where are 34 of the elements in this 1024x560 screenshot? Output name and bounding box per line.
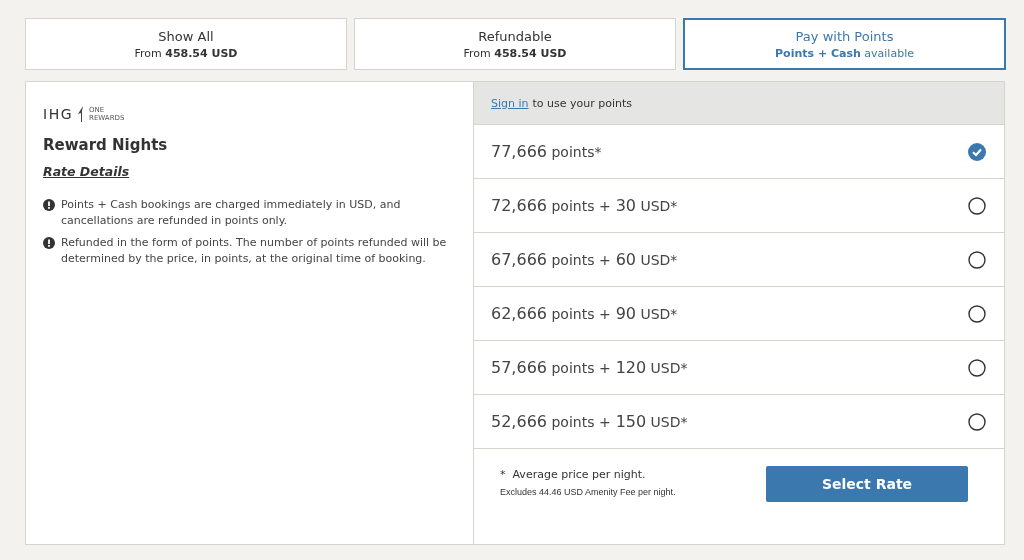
points-option[interactable]: 62,666 points + 90 USD* [474, 287, 1004, 341]
points-option[interactable]: 72,666 points + 30 USD* [474, 179, 1004, 233]
option-label: 57,666 points + 120 USD* [491, 358, 688, 377]
select-rate-button[interactable]: Select Rate [766, 466, 968, 502]
note-text: Refunded in the form of points. The number of points refunded will be determined by the price, in points, at the original time of booking. [61, 235, 448, 267]
rate-title: Reward Nights [43, 136, 168, 154]
points-option[interactable]: 52,666 points + 150 USD* [474, 395, 1004, 449]
note-text: Points + Cash bookings are charged immediately in USD, and cancellations are refunded in points only. [61, 197, 402, 229]
points-option[interactable]: 57,666 points + 120 USD* [474, 341, 1004, 395]
checked-radio-icon[interactable] [968, 142, 986, 161]
rate-tab[interactable]: Show All From 458.54 USD [25, 18, 347, 70]
radio-icon[interactable] [968, 358, 986, 377]
option-label: 72,666 points + 30 USD* [491, 196, 678, 215]
radio-icon[interactable] [968, 196, 986, 215]
flame-icon [77, 106, 85, 122]
option-label: 62,666 points + 90 USD* [491, 304, 678, 323]
rate-details-link[interactable]: Rate Details [43, 164, 130, 179]
rate-tab[interactable]: Pay with Points Points + Cash available [683, 18, 1006, 70]
option-label: 67,666 points + 60 USD* [491, 250, 678, 269]
points-option[interactable]: 67,666 points + 60 USD* [474, 233, 1004, 287]
alert-icon [43, 199, 55, 211]
radio-icon[interactable] [968, 304, 986, 323]
brand-logo: IHG [43, 106, 73, 122]
points-option[interactable]: 77,666 points* [474, 125, 1004, 179]
option-label: 77,666 points* [491, 142, 602, 161]
alert-icon [43, 237, 55, 249]
sign-in-text: to use your points [532, 96, 633, 110]
option-label: 52,666 points + 150 USD* [491, 412, 688, 431]
radio-icon[interactable] [968, 250, 986, 269]
rate-tab[interactable]: Refundable From 458.54 USD [354, 18, 676, 70]
radio-icon[interactable] [968, 412, 986, 431]
footnote: * Average price per night. [500, 468, 647, 481]
fee-note: Excludes 44.46 USD Amenity Fee per night. [500, 487, 676, 497]
sign-in-link[interactable]: Sign in [491, 96, 529, 110]
